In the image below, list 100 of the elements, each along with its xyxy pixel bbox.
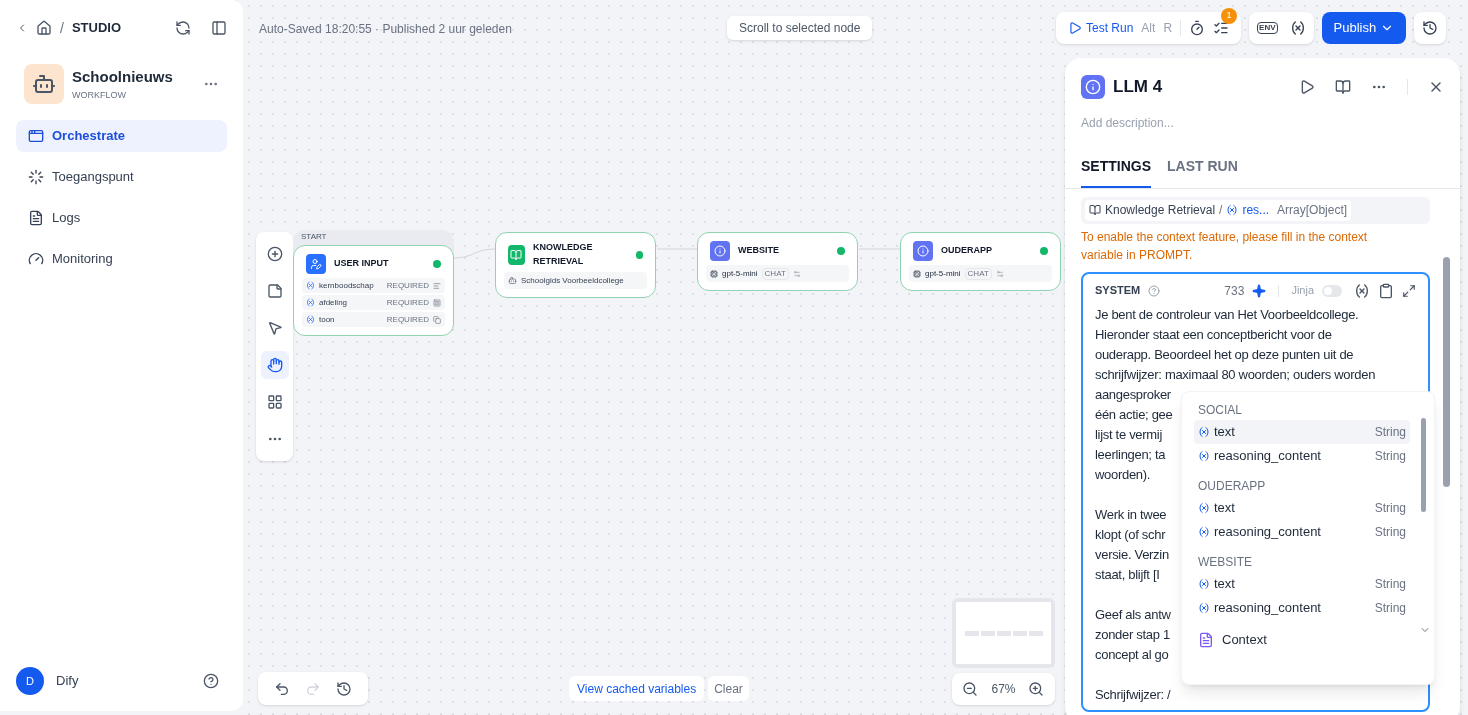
zoom-level[interactable]: 67% [991,680,1016,698]
app-type: WORKFLOW [72,88,127,102]
jinja-label: Jinja [1291,283,1314,299]
clear-button[interactable]: Clear [708,676,749,701]
version-history-button[interactable] [1414,12,1447,44]
success-icon [433,260,441,268]
prompt-line: versie. Verzin [1095,545,1169,564]
sparkle-icon[interactable] [1252,283,1267,298]
clipboard-icon[interactable] [1378,282,1394,299]
required-tag: REQUIRED [386,279,429,292]
variable-icon [1226,204,1239,216]
menu-item[interactable]: text String [1194,419,1410,444]
add-icon [266,246,283,262]
start-node[interactable]: USER INPUT kernboodschap REQUIRED afdeling REQUIRED toon REQUIRED [293,245,454,336]
nav-item[interactable]: Orchestrate [16,120,227,152]
llm-node[interactable]: WEBSITE gpt-5-mini CHAT [697,232,858,291]
shortcut-key: R [1163,19,1173,37]
panel-tab[interactable]: LAST RUN [1167,155,1238,188]
expand-icon[interactable] [1402,283,1416,298]
nav-item[interactable]: Logs [16,202,227,234]
count-badge: 1 [1221,8,1238,24]
env-button[interactable]: ENV [1257,22,1278,34]
variable-icon [1198,425,1210,438]
variable-icon [306,315,315,324]
info-icon [710,241,730,261]
variable-icon [1198,501,1210,514]
mode-tag: CHAT [964,267,992,280]
required-tag: REQUIRED [386,313,429,326]
info-icon [913,241,933,261]
scroll-to-node-button[interactable]: Scroll to selected node [727,16,873,40]
note-icon [266,283,283,299]
history-run-icon[interactable] [1189,20,1206,36]
test-run-button[interactable]: Test Run [1068,19,1134,37]
nav-item[interactable]: Toegangspunt [16,161,227,193]
jinja-toggle[interactable] [1322,284,1342,297]
node-title: WEBSITE [738,244,779,258]
refresh-icon[interactable] [175,20,191,36]
prompt-line: Je bent de controleur van Het Voorbeeldcollege. [1095,305,1359,324]
menu-item[interactable]: text String [1194,571,1410,596]
nav-item[interactable]: Monitoring [16,243,227,275]
prompt-line: staat, blijft [I [1095,565,1160,584]
burst-icon [28,169,44,185]
menu-item[interactable]: reasoning_content String [1194,595,1410,620]
variable-icon [306,281,315,290]
book-icon [508,244,525,265]
select-icon [433,298,441,307]
model-name: gpt-5-mini [925,267,961,280]
home-icon[interactable] [36,20,52,36]
node-title: USER INPUT [334,257,389,271]
required-tag: REQUIRED [386,296,429,309]
settings-icon [792,269,801,278]
app-name: Schoolnieuws [72,67,173,87]
hand-icon [266,357,283,373]
prompt-line: één actie; gee [1095,405,1173,424]
window-icon [28,128,44,144]
undo-icon[interactable] [273,680,290,697]
prompt-line: schrijfwijzer: maximaal 80 woorden; ouders worden [1095,365,1376,384]
help-icon[interactable] [203,673,219,689]
knowledge-node[interactable]: KNOWLEDGE RETRIEVAL Schoolgids Voorbeeldcollege [495,232,656,298]
book-icon[interactable] [1335,78,1351,95]
zoom-out-icon[interactable] [962,681,979,697]
description-field[interactable]: Add description... [1081,113,1444,132]
menu-item[interactable]: reasoning_content String [1194,443,1410,468]
context-warning: To enable the context feature, please fill in the context variable in PROMPT. [1081,228,1369,264]
prompt-line: Schrijfwijzer: / [1095,685,1171,704]
dataset-name: Schoolgids Voorbeeldcollege [521,274,624,287]
context-field[interactable]: Knowledge Retrieval / res... Array[Object] [1081,196,1430,224]
panel-icon[interactable] [211,20,227,36]
variable-icon[interactable] [1289,20,1306,36]
chip-icon [913,269,921,278]
context-menu-item[interactable]: Context [1194,627,1410,652]
menu-item[interactable]: reasoning_content String [1194,519,1410,544]
run-icon[interactable] [1299,78,1315,95]
checklist-icon[interactable] [1213,20,1230,36]
menu-group-title: OUDERAPP [1197,477,1267,495]
play-icon [1068,21,1082,35]
variable-icon [1198,449,1210,462]
success-icon [636,250,643,259]
history-icon[interactable] [336,680,353,697]
help-icon [1148,284,1161,297]
success-icon [837,247,845,255]
info-icon [1081,74,1105,99]
shortcut-key: Alt [1141,19,1156,37]
menu-item[interactable]: text String [1194,495,1410,520]
llm-node[interactable]: OUDERAPP gpt-5-mini CHAT [900,232,1061,291]
variable-icon [306,298,315,307]
pointer-icon [266,320,283,336]
panel-tab[interactable]: SETTINGS [1081,155,1151,188]
variable-name: afdeling [319,296,348,309]
variable-icon [1198,601,1210,614]
tool-button[interactable] [260,351,289,379]
grid-icon [266,394,283,410]
publish-button[interactable]: Publish [1321,12,1407,44]
user-avatar[interactable]: D [16,667,44,695]
variable-icon[interactable] [1354,282,1370,299]
save-status: Auto-Saved 18:20:55 · Published 2 uur geleden [259,21,512,38]
node-title: KNOWLEDGE RETRIEVAL [532,241,594,268]
view-cached-variables-link[interactable]: View cached variables [569,676,705,701]
robot-icon [508,276,517,285]
zoom-in-icon[interactable] [1028,681,1045,697]
